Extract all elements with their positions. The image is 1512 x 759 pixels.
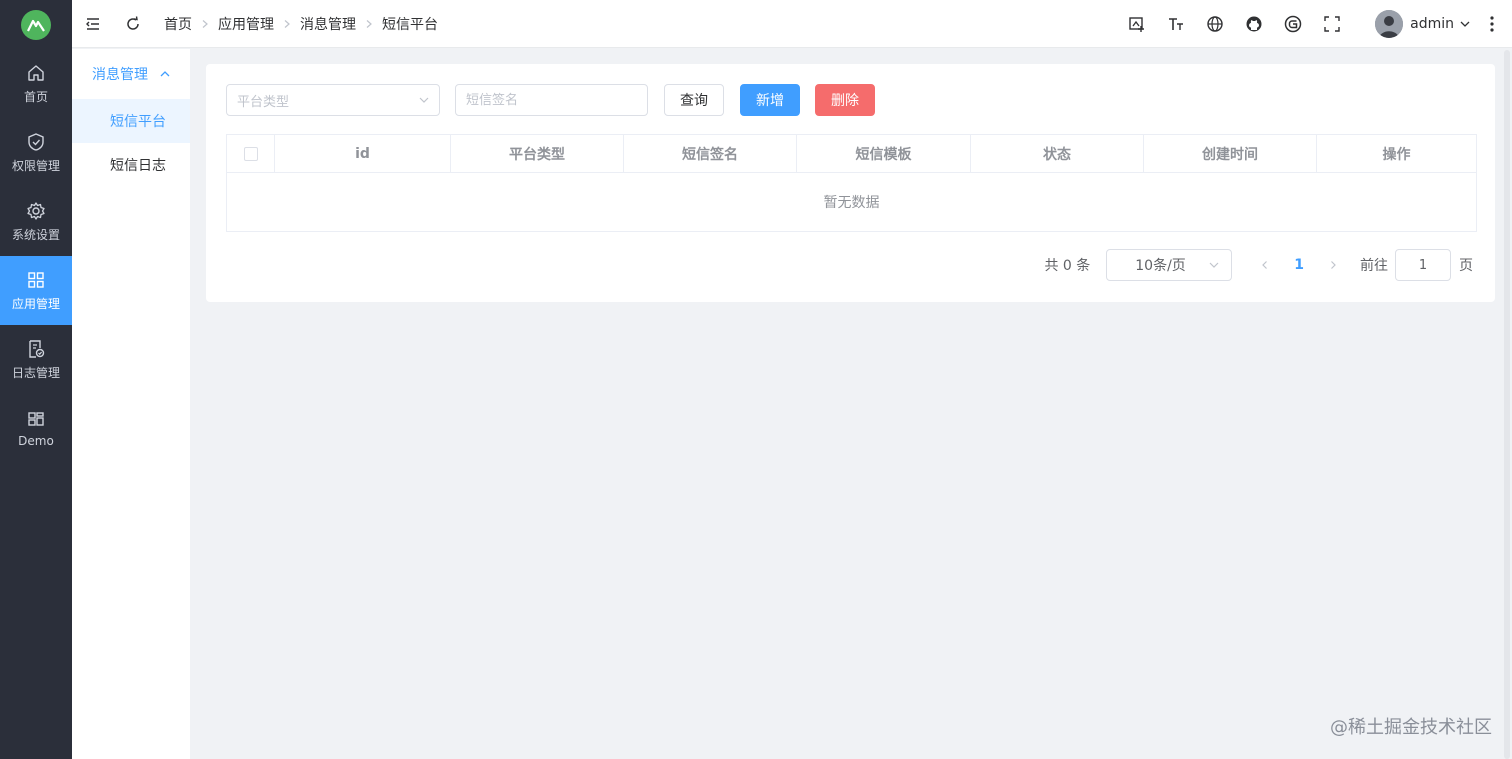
shield-icon [28,132,44,151]
submenu-item-label: 短信平台 [110,114,166,130]
user-dropdown[interactable]: admin [1375,10,1470,38]
refresh-icon[interactable] [124,15,142,33]
gitee-icon[interactable] [1284,15,1302,33]
platform-type-placeholder: 平台类型 [237,94,290,110]
log-icon [29,339,45,358]
page-scrollbar[interactable] [1504,50,1510,759]
rail-item-permission[interactable]: 权限管理 [0,118,72,187]
top-header: 首页 应用管理 消息管理 短信平台 admin [72,0,1512,48]
chevron-right-icon [284,19,290,28]
delete-button[interactable]: 删除 [815,84,875,116]
rail-item-demo[interactable]: Demo [0,394,72,463]
page-size-select[interactable]: 10条/页 [1106,249,1233,281]
chevron-right-icon [202,19,208,28]
pagination: 共 0 条 10条/页 1 前往 页 [1044,249,1473,281]
next-page-icon[interactable] [1328,260,1338,270]
watermark: @稀土掘金技术社区 [1330,717,1492,738]
sms-platform-table: id 平台类型 短信签名 短信模板 状态 创建时间 操作 暂无数据 [226,134,1477,232]
query-button[interactable]: 查询 [664,84,724,116]
fullscreen-icon[interactable] [1323,15,1341,33]
page-number[interactable]: 1 [1294,257,1304,273]
breadcrumb-apps[interactable]: 应用管理 [218,14,274,34]
screenshot-icon[interactable] [1128,15,1146,33]
submenu-group-message[interactable]: 消息管理 [72,49,190,99]
breadcrumb: 首页 应用管理 消息管理 短信平台 [164,14,438,34]
app-logo[interactable] [0,0,72,49]
rail-item-settings[interactable]: 系统设置 [0,187,72,256]
column-header-sms-template[interactable]: 短信模板 [797,135,971,172]
column-header-actions[interactable]: 操作 [1317,135,1476,172]
rail-item-home[interactable]: 首页 [0,49,72,118]
table-empty-text: 暂无数据 [823,195,880,211]
goto-label: 前往 [1360,258,1388,274]
rail-item-label: 权限管理 [11,158,60,173]
chevron-down-icon [1209,262,1219,268]
left-rail: 首页 权限管理 系统设置 应用管理 日志管理 Demo [0,0,72,759]
breadcrumb-home[interactable]: 首页 [164,14,192,34]
page-suffix: 页 [1459,258,1473,274]
breadcrumb-message[interactable]: 消息管理 [300,14,356,34]
prev-page-icon[interactable] [1260,260,1270,270]
submenu-item-label: 短信日志 [110,158,166,174]
chevron-down-icon [419,97,429,103]
content-card: 平台类型 查询 新增 删除 id 平台类型 短信签名 短信模板 状态 创建时间 … [206,64,1495,302]
font-size-icon[interactable] [1167,15,1185,33]
table-header: id 平台类型 短信签名 短信模板 状态 创建时间 操作 [227,135,1476,173]
rail-item-label: 首页 [23,89,48,104]
more-vertical-icon[interactable] [1490,16,1494,32]
chevron-up-icon [160,71,170,77]
column-header-created-time[interactable]: 创建时间 [1144,135,1317,172]
sms-sign-input[interactable] [455,84,648,116]
add-button[interactable]: 新增 [740,84,800,116]
grid-icon [28,271,44,288]
home-icon [28,64,44,81]
secondary-menu: 消息管理 短信平台 短信日志 [72,49,190,759]
logo-icon [21,9,51,40]
platform-type-select[interactable]: 平台类型 [226,84,440,116]
layout-icon [28,412,44,426]
rail-item-label: Demo [18,434,54,448]
column-header-id[interactable]: id [275,135,451,172]
rail-item-label: 系统设置 [11,227,60,242]
page-size-value: 10条/页 [1135,258,1186,274]
column-header-platform-type[interactable]: 平台类型 [451,135,624,172]
user-name: admin [1410,16,1454,32]
submenu-item-sms-platform[interactable]: 短信平台 [72,99,190,143]
header-actions: admin [1128,0,1512,48]
submenu-group-label: 消息管理 [92,67,148,83]
breadcrumb-current: 短信平台 [382,16,438,33]
select-all-checkbox[interactable] [243,146,258,161]
search-toolbar: 平台类型 查询 新增 删除 [226,84,875,116]
rail-item-logs[interactable]: 日志管理 [0,325,72,394]
column-header-status[interactable]: 状态 [971,135,1144,172]
avatar [1375,10,1404,38]
chevron-right-icon [366,19,372,28]
submenu-item-sms-log[interactable]: 短信日志 [72,143,190,187]
collapse-menu-icon[interactable] [84,15,102,33]
rail-item-label: 应用管理 [11,296,60,311]
language-globe-icon[interactable] [1206,15,1224,33]
github-icon[interactable] [1245,15,1263,33]
select-all-cell [227,135,275,172]
chevron-down-icon [1460,21,1470,27]
goto-page-input[interactable] [1395,249,1451,281]
rail-item-apps[interactable]: 应用管理 [0,256,72,325]
pagination-total: 共 0 条 [1044,258,1091,274]
column-header-sms-sign[interactable]: 短信签名 [624,135,797,172]
rail-item-label: 日志管理 [11,365,60,380]
gear-icon [27,201,45,220]
